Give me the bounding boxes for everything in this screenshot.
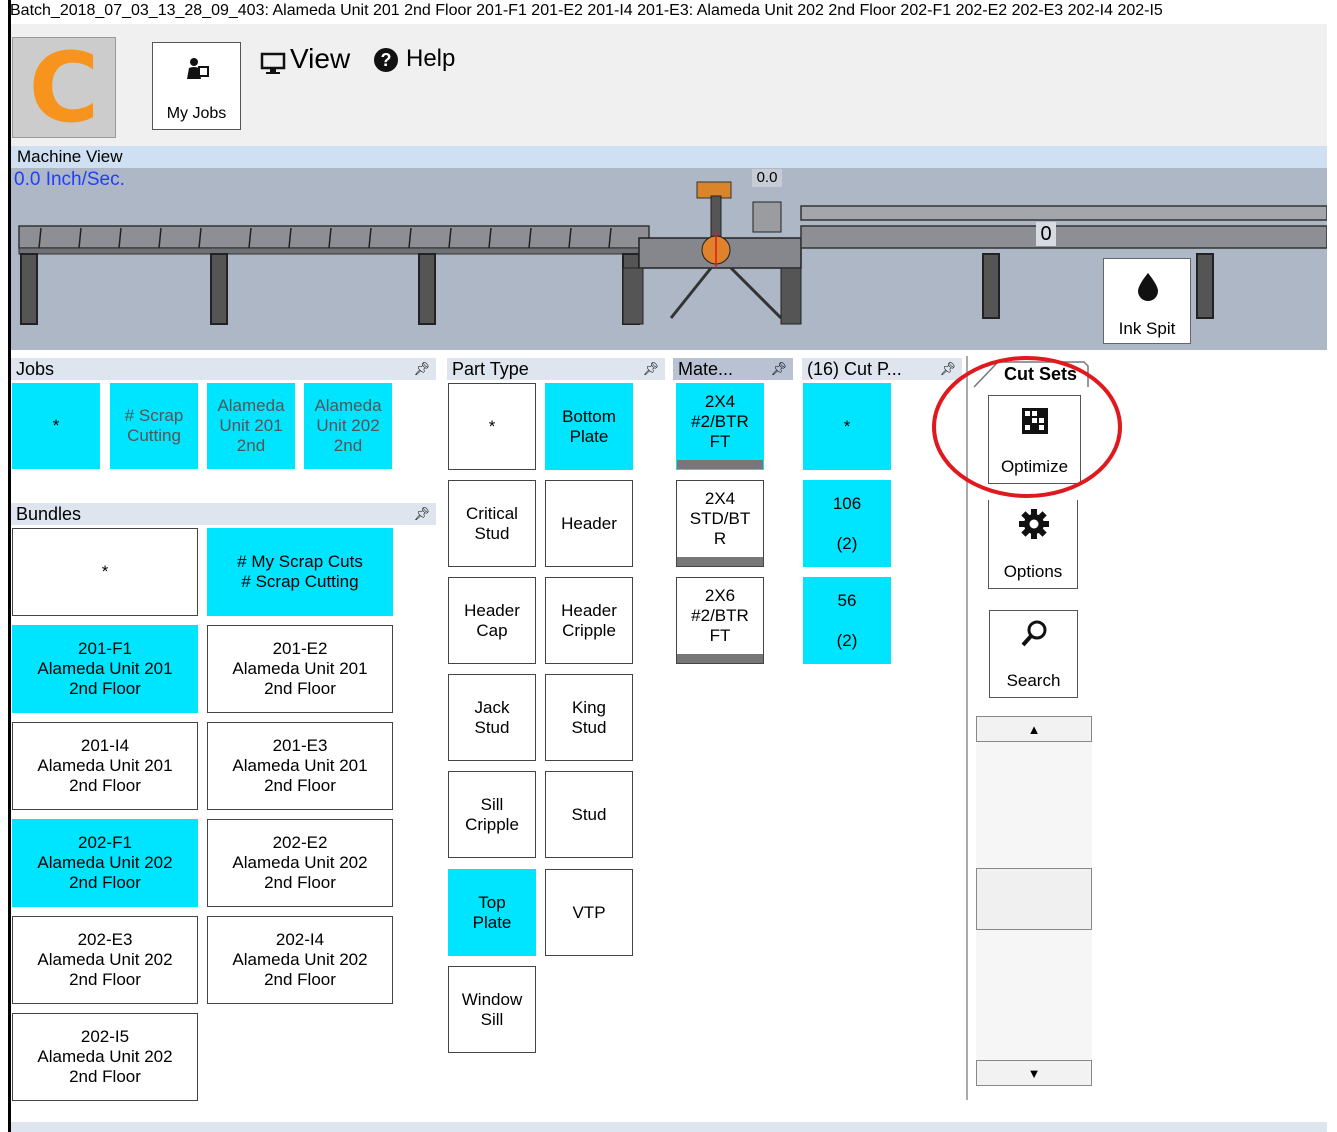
bundle-tile-201-i4[interactable]: 201-I4 Alameda Unit 201 2nd Floor — [12, 722, 198, 810]
help-menu[interactable]: ? Help — [374, 44, 455, 74]
help-label: Help — [406, 45, 456, 72]
pin-icon[interactable]: 📌︎ — [413, 503, 430, 525]
pin-icon[interactable]: 📌︎ — [642, 358, 659, 380]
bundle-tile-201-e2[interactable]: 201-E2 Alameda Unit 201 2nd Floor — [207, 625, 393, 713]
view-menu[interactable]: View — [260, 42, 350, 76]
monitor-icon — [260, 50, 286, 74]
part-type-panel-title: Part Type — [452, 359, 529, 379]
part-type-tile-critical-stud[interactable]: Critical Stud — [448, 480, 536, 567]
scroll-up-button[interactable]: ▲ — [976, 716, 1092, 742]
search-label: Search — [1006, 671, 1061, 690]
pin-icon[interactable]: 📌︎ — [413, 358, 430, 380]
bundle-tile-202-i4[interactable]: 202-I4 Alameda Unit 202 2nd Floor — [207, 916, 393, 1004]
material-panel-header: Mate... 📌︎ — [673, 358, 793, 380]
search-icon — [1021, 620, 1047, 647]
part-type-tile-sill-cripple[interactable]: Sill Cripple — [448, 771, 536, 858]
part-type-tile-header[interactable]: Header — [545, 480, 633, 567]
job-tile-scrap-cutting[interactable]: # Scrap Cutting — [110, 383, 198, 469]
view-label: View — [290, 43, 351, 74]
bundle-tile-202-i5[interactable]: 202-I5 Alameda Unit 202 2nd Floor — [12, 1013, 198, 1101]
options-button[interactable]: Options — [988, 500, 1078, 589]
position-readout: 0 — [1036, 222, 1056, 246]
cut-part-tile-106[interactable]: 106 (2) — [803, 480, 891, 567]
job-tile-alameda-unit-201[interactable]: Alameda Unit 201 2nd — [207, 383, 295, 469]
job-tile-all[interactable]: * — [12, 383, 100, 469]
bundle-tile-202-e2[interactable]: 202-E2 Alameda Unit 202 2nd Floor — [207, 819, 393, 907]
bundle-tile-202-f1[interactable]: 202-F1 Alameda Unit 202 2nd Floor — [12, 819, 198, 907]
part-type-tile-vtp[interactable]: VTP — [545, 869, 633, 956]
person-document-icon — [187, 58, 209, 79]
part-type-tile-bottom-plate[interactable]: Bottom Plate — [545, 383, 633, 470]
material-label: 2X4 #2/BTR FT — [691, 391, 749, 451]
material-bar — [677, 460, 763, 469]
cut-part-tile-all[interactable]: * — [803, 383, 891, 470]
material-tile-2x4-btr-ft[interactable]: 2X4 #2/BTR FT — [676, 383, 764, 470]
highlight-circle — [932, 356, 1122, 498]
cut-parts-panel-header: (16) Cut P... 📌︎ — [802, 358, 962, 380]
my-jobs-label: My Jobs — [166, 105, 227, 122]
bundle-tile-202-e3[interactable]: 202-E3 Alameda Unit 202 2nd Floor — [12, 916, 198, 1004]
material-tile-2x4-std-btr[interactable]: 2X4 STD/BT R — [676, 480, 764, 567]
cut-part-tile-56[interactable]: 56 (2) — [803, 577, 891, 664]
gear-icon — [1019, 509, 1049, 539]
my-jobs-button[interactable]: My Jobs — [152, 42, 241, 130]
feed-speed-readout: 0.0 Inch/Sec. — [14, 169, 125, 190]
part-type-panel-header: Part Type 📌︎ — [447, 358, 665, 380]
app-logo: C — [12, 32, 116, 144]
part-type-tile-header-cap[interactable]: Header Cap — [448, 577, 536, 664]
bundle-tile-all[interactable]: * — [12, 528, 198, 616]
pin-icon[interactable]: 📌︎ — [770, 358, 787, 380]
material-bar — [677, 654, 763, 663]
bundle-tile-201-e3[interactable]: 201-E3 Alameda Unit 201 2nd Floor — [207, 722, 393, 810]
machine-view-title: Machine View — [11, 146, 1327, 168]
jobs-panel-header: Jobs 📌︎ — [11, 358, 436, 380]
part-type-tile-all[interactable]: * — [448, 383, 536, 470]
material-panel-title: Mate... — [678, 359, 734, 379]
pin-icon[interactable]: 📌︎ — [939, 358, 956, 380]
material-label: 2X6 #2/BTR FT — [691, 585, 749, 645]
part-type-tile-jack-stud[interactable]: Jack Stud — [448, 674, 536, 761]
part-type-tile-top-plate[interactable]: Top Plate — [448, 869, 536, 956]
ink-drop-icon — [1138, 273, 1158, 301]
window-title: Batch_2018_07_03_13_28_09_403: Alameda U… — [0, 0, 1337, 24]
cut-parts-panel-title: (16) Cut P... — [807, 359, 902, 379]
scroll-down-button[interactable]: ▼ — [976, 1060, 1092, 1086]
ink-spit-button[interactable]: Ink Spit — [1103, 258, 1191, 344]
material-label: 2X4 STD/BT R — [689, 488, 751, 548]
ink-spit-label: Ink Spit — [1118, 319, 1176, 338]
bottom-panel-header — [11, 1122, 1327, 1132]
bundle-tile-201-f1[interactable]: 201-F1 Alameda Unit 201 2nd Floor — [12, 625, 198, 713]
bundle-tile-scrap[interactable]: # My Scrap Cuts # Scrap Cutting — [207, 528, 393, 616]
part-type-tile-header-cripple[interactable]: Header Cripple — [545, 577, 633, 664]
options-label: Options — [1003, 562, 1063, 581]
job-tile-alameda-unit-202[interactable]: Alameda Unit 202 2nd — [304, 383, 392, 469]
part-type-tile-king-stud[interactable]: King Stud — [545, 674, 633, 761]
material-bar — [677, 557, 763, 566]
logo-letter: C — [28, 32, 100, 144]
help-icon: ? — [374, 47, 398, 72]
material-tile-2x6-btr-ft[interactable]: 2X6 #2/BTR FT — [676, 577, 764, 664]
bundles-panel-header: Bundles 📌︎ — [11, 503, 436, 525]
part-type-tile-window-sill[interactable]: Window Sill — [448, 966, 536, 1053]
saw-meter-readout: 0.0 — [752, 169, 782, 187]
scroll-thumb[interactable] — [976, 868, 1092, 930]
jobs-panel-title: Jobs — [16, 359, 55, 379]
bundles-panel-title: Bundles — [16, 504, 82, 524]
search-button[interactable]: Search — [989, 610, 1078, 698]
part-type-tile-stud[interactable]: Stud — [545, 771, 633, 858]
